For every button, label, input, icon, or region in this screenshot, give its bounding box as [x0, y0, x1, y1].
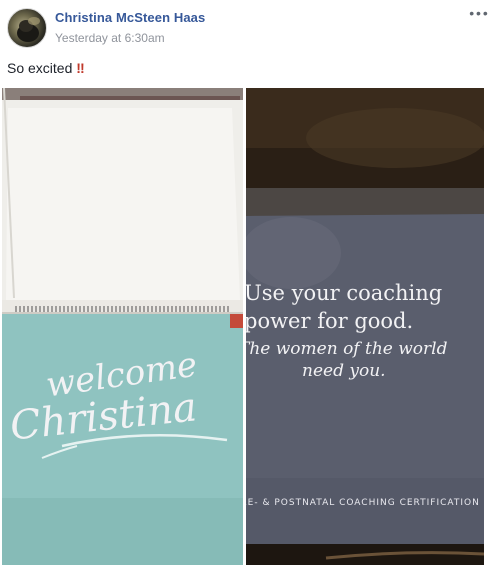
coaching-line-2: power for good. [246, 309, 413, 333]
post-text: So excited ‼ [7, 60, 85, 76]
photo-coaching-box[interactable]: Use your coaching power for good. The wo… [246, 88, 484, 565]
ellipsis-icon[interactable]: • • • [467, 6, 489, 24]
post-header: Christina McSteen Haas Yesterday at 6:30… [0, 0, 494, 56]
coaching-line-3: The women of the world [246, 339, 448, 359]
avatar[interactable] [7, 8, 47, 48]
author-name[interactable]: Christina McSteen Haas [55, 10, 205, 25]
photo-welcome-card[interactable]: welcome Christina [2, 88, 243, 565]
certification-footer: PRE- & POSTNATAL COACHING CERTIFICATION [246, 498, 480, 508]
post-text-body: So excited [7, 60, 73, 76]
coaching-line-4: need you. [302, 361, 386, 381]
post-timestamp[interactable]: Yesterday at 6:30am [55, 31, 165, 45]
coaching-line-1: Use your coaching [246, 281, 442, 305]
double-exclamation-icon: ‼ [76, 60, 85, 76]
